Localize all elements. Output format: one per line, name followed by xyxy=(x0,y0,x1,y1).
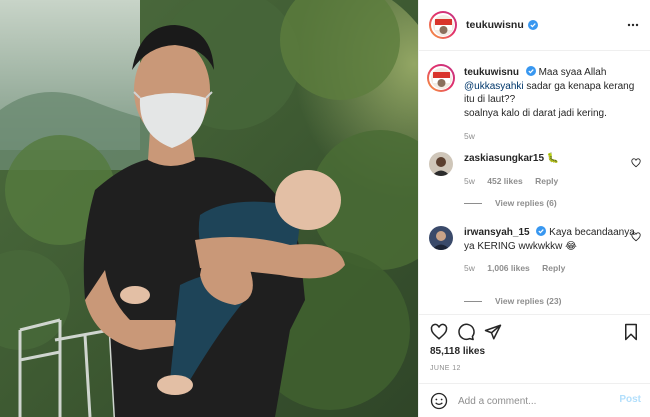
post-photo[interactable] xyxy=(0,0,418,417)
author-username[interactable]: teukuwisnu xyxy=(466,19,524,31)
post-side-panel: teukuwisnu teukuwisnu Maa syaa Allah @uk… xyxy=(418,0,650,417)
author-avatar-image xyxy=(432,14,454,36)
verified-badge-icon xyxy=(536,226,547,236)
comments-list[interactable]: teukuwisnu Maa syaa Allah @ukkasyahki sa… xyxy=(419,52,650,314)
view-replies-link[interactable]: View replies (6) xyxy=(464,198,557,208)
reply-button[interactable]: Reply xyxy=(535,176,558,186)
verified-badge-icon xyxy=(525,66,536,76)
like-count[interactable]: 85,118 likes xyxy=(430,346,485,357)
comment-age[interactable]: 5w xyxy=(464,176,475,186)
instagram-post: teukuwisnu teukuwisnu Maa syaa Allah @uk… xyxy=(0,0,650,417)
comment-body: irwansyah_15 Kaya becandaanya ya KERING … xyxy=(464,226,636,276)
comment-avatar[interactable] xyxy=(429,152,453,176)
author-avatar[interactable] xyxy=(429,11,457,39)
caption-body: teukuwisnu Maa syaa Allah @ukkasyahki sa… xyxy=(464,66,636,144)
caption-age[interactable]: 5w xyxy=(464,131,475,141)
heart-icon[interactable] xyxy=(430,323,448,341)
view-replies-label: View replies (23) xyxy=(495,296,562,306)
post-photo-illustration xyxy=(0,0,418,417)
comment-like-count[interactable]: 1,006 likes xyxy=(487,263,530,273)
caption-meta: 5w xyxy=(464,130,636,144)
comment-meta: 5w 452 likes Reply xyxy=(464,175,636,189)
paper-plane-icon[interactable] xyxy=(484,323,502,341)
caption-text-line-two: soalnya kalo di darat jadi kering. xyxy=(464,107,607,119)
caption-text-start: Maa syaa Allah xyxy=(538,67,607,78)
replies-divider xyxy=(464,202,482,204)
smiley-icon[interactable] xyxy=(430,392,448,410)
caption-username[interactable]: teukuwisnu xyxy=(464,67,519,78)
post-date[interactable]: JUNE 12 xyxy=(430,365,461,372)
caption-avatar-image xyxy=(430,67,452,89)
view-replies-label: View replies (6) xyxy=(495,198,557,208)
caption-mention-link[interactable]: @ukkasyahki xyxy=(464,81,524,92)
comment-text: 🐛 xyxy=(546,153,560,164)
comment-body: zaskiasungkar15 🐛 5w 452 likes Reply xyxy=(464,152,636,188)
caption-avatar[interactable] xyxy=(427,64,455,92)
post-comment-button[interactable]: Post xyxy=(619,394,641,405)
reply-button[interactable]: Reply xyxy=(542,263,565,273)
comment-composer: Post xyxy=(419,383,650,417)
comment-like-count[interactable]: 452 likes xyxy=(487,176,522,186)
view-replies-link[interactable]: View replies (23) xyxy=(464,296,561,306)
comment-avatar[interactable] xyxy=(429,226,453,250)
replies-divider xyxy=(464,300,482,302)
comment-like-heart-icon[interactable] xyxy=(631,158,641,168)
comment-username[interactable]: irwansyah_15 xyxy=(464,227,530,238)
comment-age[interactable]: 5w xyxy=(464,263,475,273)
post-header: teukuwisnu xyxy=(419,0,650,51)
verified-badge-icon xyxy=(527,20,538,30)
comment-meta: 5w 1,006 likes Reply xyxy=(464,262,636,276)
comment-username[interactable]: zaskiasungkar15 xyxy=(464,153,544,164)
bookmark-icon[interactable] xyxy=(622,323,640,341)
comment-like-heart-icon[interactable] xyxy=(631,232,641,242)
post-actions: 85,118 likes JUNE 12 xyxy=(419,314,650,384)
comment-bubble-icon[interactable] xyxy=(457,323,475,341)
more-horizontal-icon[interactable] xyxy=(627,19,639,31)
comment-input[interactable] xyxy=(458,391,608,411)
